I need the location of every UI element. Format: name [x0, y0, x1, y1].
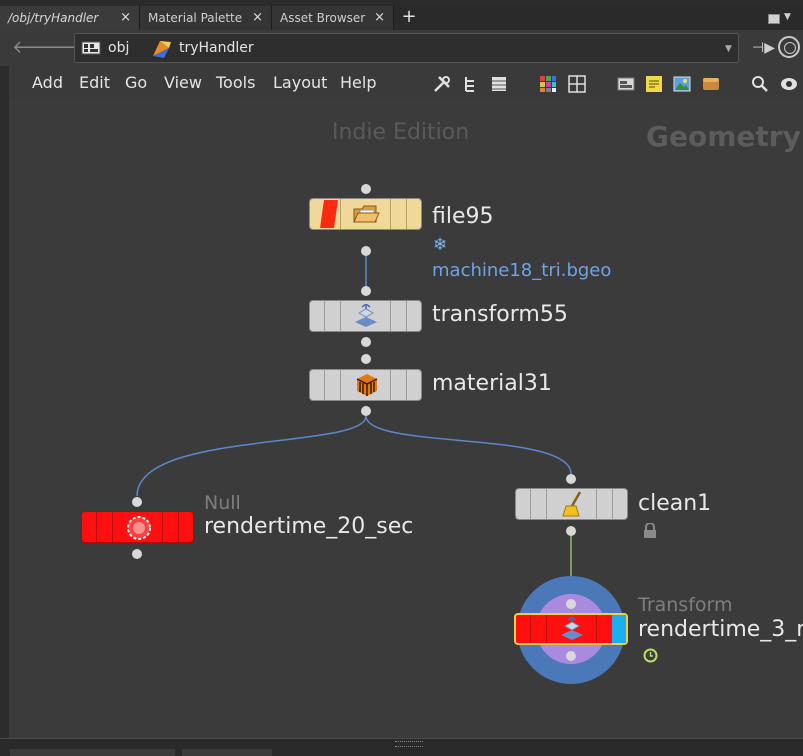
clean-node[interactable] — [515, 488, 628, 520]
node-name[interactable]: rendertime_20_sec — [204, 514, 413, 539]
input-connector[interactable] — [361, 184, 371, 194]
node-name[interactable]: material31 — [432, 371, 552, 396]
node-type: Transform — [638, 594, 733, 616]
output-connector[interactable] — [361, 337, 371, 347]
clock-icon — [643, 648, 658, 663]
material-icon — [356, 374, 378, 396]
input-connector[interactable] — [566, 599, 576, 609]
wire-material-null — [136, 415, 367, 497]
input-connector[interactable] — [361, 286, 371, 296]
node-name[interactable]: transform55 — [432, 302, 568, 327]
output-connector[interactable] — [361, 246, 371, 256]
input-connector[interactable] — [132, 497, 142, 507]
output-connector[interactable] — [132, 549, 142, 559]
output-connector[interactable] — [566, 651, 576, 661]
transform-out-node[interactable] — [514, 613, 628, 645]
transform-icon — [561, 617, 583, 640]
null-icon — [127, 516, 151, 540]
node-flag — [320, 200, 338, 228]
input-connector[interactable] — [361, 354, 371, 364]
drag-handle[interactable] — [395, 741, 423, 747]
file-param[interactable]: machine18_tri.bgeo — [432, 260, 611, 281]
display-flag — [612, 615, 626, 643]
wire-material-clean — [365, 415, 572, 475]
lock-icon — [644, 523, 656, 538]
transform-icon — [355, 304, 377, 327]
output-connector[interactable] — [566, 526, 576, 536]
null-node[interactable] — [81, 511, 194, 543]
file-node[interactable] — [309, 198, 422, 230]
node-name[interactable]: file95 — [432, 204, 494, 229]
output-connector[interactable] — [361, 406, 371, 416]
folder-icon — [353, 205, 380, 223]
input-connector[interactable] — [566, 474, 576, 484]
snowflake-icon: ❄ — [433, 235, 448, 255]
status-bar — [0, 738, 803, 756]
transform-node[interactable] — [309, 300, 422, 332]
node-name[interactable]: clean1 — [638, 491, 711, 516]
material-node[interactable] — [309, 369, 422, 401]
broom-icon — [562, 491, 582, 517]
node-name[interactable]: rendertime_3_m — [638, 617, 803, 642]
node-type: Null — [204, 492, 241, 514]
